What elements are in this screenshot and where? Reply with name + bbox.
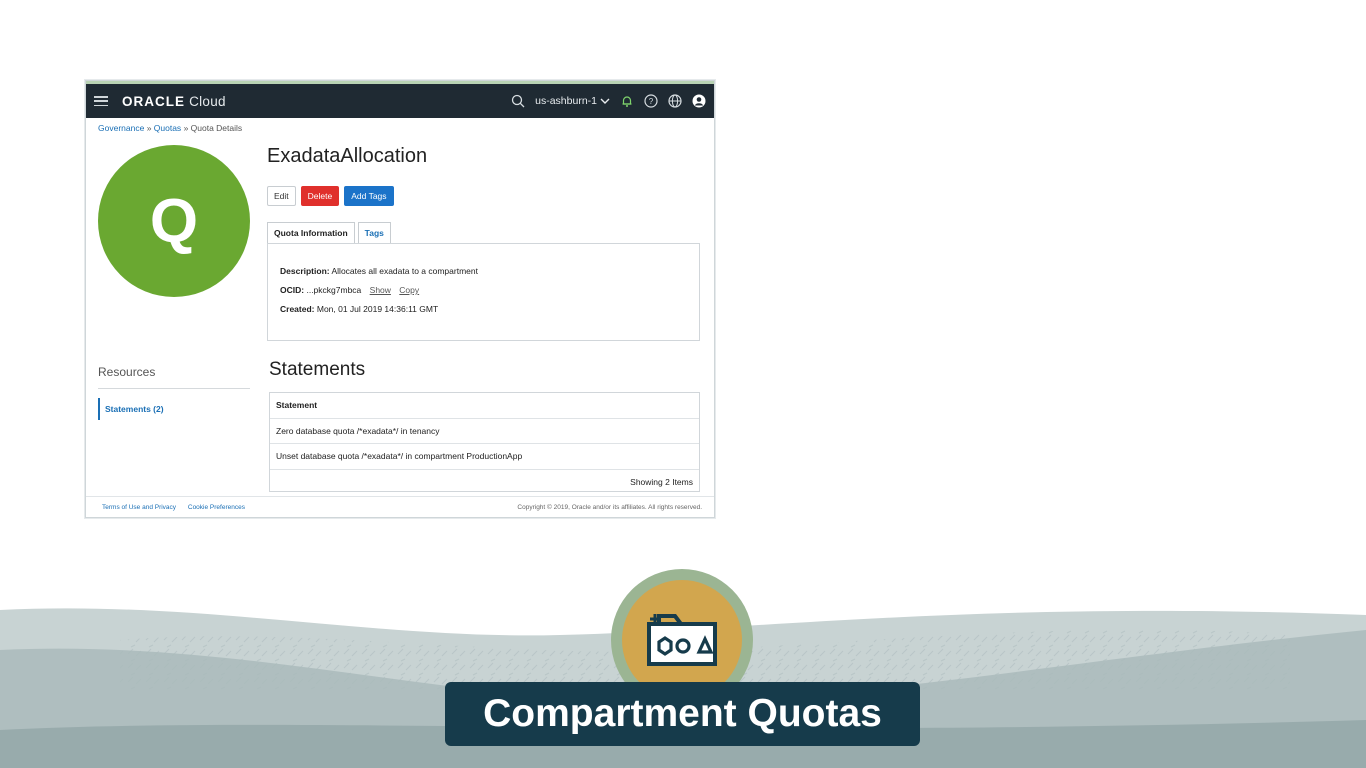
- globe-icon[interactable]: [668, 94, 682, 108]
- created-row: Created: Mon, 01 Jul 2019 14:36:11 GMT: [280, 304, 438, 314]
- top-navigation-bar: ORACLE Cloud us-ashburn-1 ?: [86, 84, 714, 118]
- title-banner: Compartment Quotas: [445, 682, 920, 746]
- statements-table: Statement Zero database quota /*exadata*…: [269, 392, 700, 492]
- banner-title: Compartment Quotas: [483, 692, 882, 735]
- quota-avatar: Q: [98, 145, 250, 297]
- tab-tags[interactable]: Tags: [357, 222, 391, 243]
- quota-information-panel: Description: Allocates all exadata to a …: [267, 243, 700, 341]
- ocid-label: OCID:: [280, 285, 305, 295]
- ocid-value: ...pkckg7mbca: [306, 285, 362, 295]
- logo-brand: ORACLE: [122, 93, 185, 109]
- copyright-text: Copyright © 2019, Oracle and/or its affi…: [517, 504, 702, 511]
- bell-icon[interactable]: [620, 94, 634, 108]
- resources-heading: Resources: [98, 365, 156, 379]
- user-profile-icon[interactable]: [692, 94, 706, 108]
- region-selector[interactable]: us-ashburn-1: [535, 95, 610, 107]
- table-footer-count: Showing 2 Items: [630, 476, 693, 487]
- folder-shapes-icon: [647, 614, 717, 666]
- description-value: Allocates all exadata to a compartment: [331, 266, 478, 276]
- logo-product: Cloud: [189, 93, 226, 109]
- ocid-row: OCID: ...pkckg7mbca Show Copy: [280, 285, 419, 295]
- table-row[interactable]: Unset database quota /*exadata*/ in comp…: [270, 444, 699, 470]
- tab-quota-information[interactable]: Quota Information: [267, 222, 355, 243]
- help-icon[interactable]: ?: [644, 94, 658, 108]
- breadcrumb-separator: »: [183, 123, 191, 133]
- breadcrumb-current: Quota Details: [190, 123, 243, 133]
- description-row: Description: Allocates all exadata to a …: [280, 266, 478, 276]
- region-label: us-ashburn-1: [535, 95, 597, 107]
- detail-tabs: Quota Information Tags: [267, 222, 391, 243]
- add-tags-button[interactable]: Add Tags: [344, 186, 394, 206]
- breadcrumb-quotas[interactable]: Quotas: [154, 123, 181, 133]
- table-row[interactable]: Zero database quota /*exadata*/ in tenan…: [270, 419, 699, 444]
- cookie-preferences-link[interactable]: Cookie Preferences: [188, 504, 245, 511]
- breadcrumb-governance[interactable]: Governance: [98, 123, 144, 133]
- ocid-copy-link[interactable]: Copy: [399, 285, 419, 295]
- statements-heading: Statements: [269, 359, 366, 380]
- resources-item-statements[interactable]: Statements (2): [98, 398, 248, 420]
- delete-button[interactable]: Delete: [300, 186, 340, 206]
- hamburger-menu-icon[interactable]: [94, 96, 108, 106]
- page-title: ExadataAllocation: [267, 145, 428, 167]
- console-footer: Terms of Use and Privacy Cookie Preferen…: [86, 496, 714, 517]
- edit-button[interactable]: Edit: [267, 186, 296, 206]
- action-buttons: Edit Delete Add Tags: [267, 186, 394, 206]
- breadcrumb: Governance » Quotas » Quota Details: [98, 123, 242, 133]
- created-value: Mon, 01 Jul 2019 14:36:11 GMT: [316, 304, 439, 314]
- console-screenshot: ORACLE Cloud us-ashburn-1 ? Governance »…: [85, 80, 715, 518]
- terms-link[interactable]: Terms of Use and Privacy: [102, 504, 176, 511]
- ocid-show-link[interactable]: Show: [370, 285, 391, 295]
- avatar-letter: Q: [149, 186, 199, 256]
- breadcrumb-separator: »: [146, 123, 154, 133]
- table-header: Statement: [270, 393, 699, 419]
- resources-divider: [98, 388, 250, 389]
- description-label: Description:: [280, 266, 330, 276]
- chevron-down-icon: [600, 98, 610, 104]
- oracle-cloud-logo[interactable]: ORACLE Cloud: [122, 94, 226, 109]
- search-icon[interactable]: [511, 94, 525, 108]
- created-label: Created:: [280, 304, 315, 314]
- svg-text:?: ?: [649, 97, 654, 106]
